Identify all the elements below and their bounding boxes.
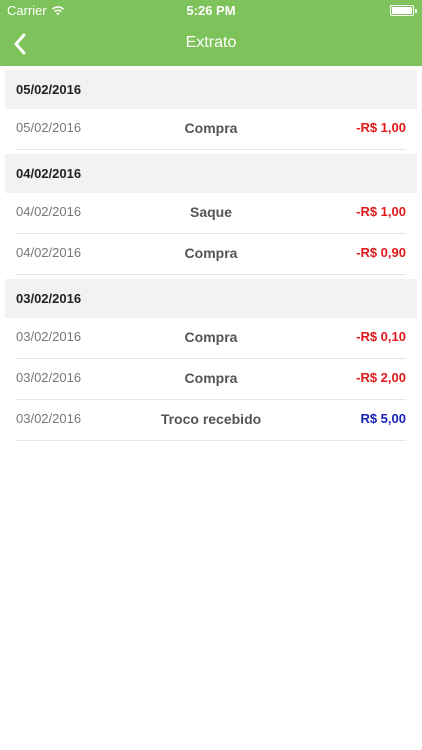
- section-header-date: 04/02/2016: [5, 154, 417, 193]
- transaction-amount: R$ 5,00: [360, 411, 406, 426]
- section-header-date: 03/02/2016: [5, 279, 417, 318]
- section-header-date: 05/02/2016: [5, 70, 417, 109]
- app-header: Carrier 5:26 PM Extrato: [0, 0, 422, 66]
- status-time: 5:26 PM: [186, 3, 236, 18]
- transaction-amount: -R$ 1,00: [356, 120, 406, 135]
- status-bar: Carrier 5:26 PM: [0, 0, 422, 22]
- statement-list: 05/02/2016 05/02/2016 Compra -R$ 1,00 04…: [5, 70, 417, 441]
- transaction-row[interactable]: 03/02/2016 Compra -R$ 0,10: [16, 318, 406, 359]
- battery-icon: [390, 5, 417, 16]
- transaction-description: Saque: [189, 204, 232, 220]
- transaction-description: Compra: [184, 120, 238, 136]
- navigation-bar: Extrato: [0, 22, 422, 66]
- transaction-description: Compra: [184, 245, 238, 261]
- transaction-row[interactable]: 03/02/2016 Troco recebido R$ 5,00: [16, 400, 406, 441]
- page-title: Extrato: [185, 34, 237, 51]
- transaction-amount: -R$ 1,00: [356, 204, 406, 219]
- transaction-row[interactable]: 04/02/2016 Saque -R$ 1,00: [16, 193, 406, 234]
- transaction-amount: -R$ 0,90: [356, 245, 406, 260]
- transaction-amount: -R$ 2,00: [356, 370, 406, 385]
- transaction-row[interactable]: 04/02/2016 Compra -R$ 0,90: [16, 234, 406, 275]
- transaction-description: Compra: [184, 370, 238, 386]
- transaction-row[interactable]: 05/02/2016 Compra -R$ 1,00: [16, 109, 406, 150]
- transaction-row[interactable]: 03/02/2016 Compra -R$ 2,00: [16, 359, 406, 400]
- transaction-description: Troco recebido: [160, 411, 262, 427]
- transaction-description: Compra: [184, 329, 238, 345]
- transaction-amount: -R$ 0,10: [356, 329, 406, 344]
